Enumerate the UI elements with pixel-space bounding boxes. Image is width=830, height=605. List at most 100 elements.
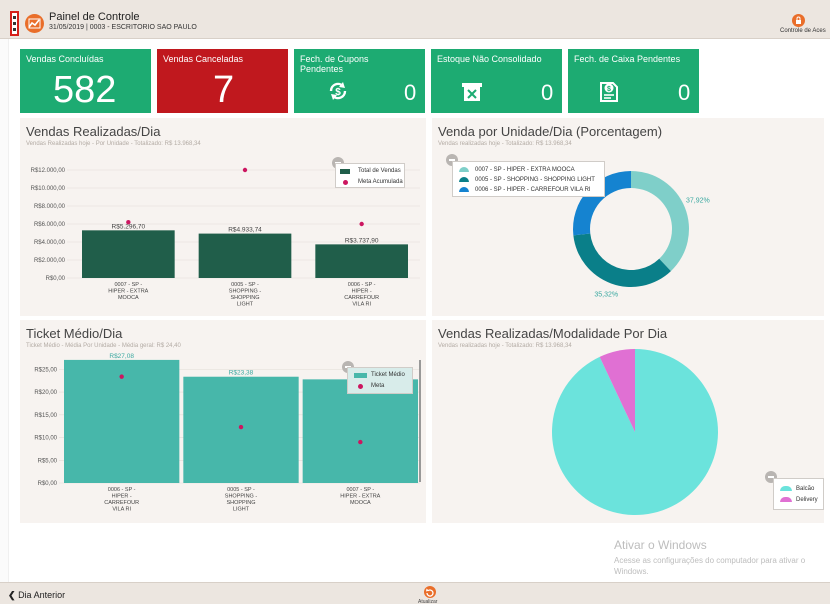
panel-vendas-dia: Vendas Realizadas/Dia Vendas Realizadas …: [20, 118, 426, 316]
top-bar: Painel de Controle 31/05/2019 | 0003 - E…: [0, 0, 830, 39]
x-tick-label: CARREFOUR: [104, 500, 139, 506]
slice-label: 35,32%: [594, 292, 618, 299]
chart-scrollbar[interactable]: [419, 360, 421, 482]
svg-text:$: $: [607, 86, 611, 93]
y-tick-label: R$10,00: [34, 436, 57, 442]
kpi-label: Fech. de Cupons Pendentes: [300, 54, 369, 74]
legend-label: Total de Vendas: [358, 168, 401, 174]
windows-activation-text: Acesse as configurações do computador pa…: [614, 556, 806, 576]
legend-swatch: [343, 180, 348, 185]
svg-text:$: $: [335, 87, 341, 98]
y-tick-label: R$5,00: [38, 458, 58, 464]
x-tick-label: 0006 - SP -: [348, 282, 376, 288]
legend-label: Meta: [371, 383, 385, 389]
data-label: R$23,38: [229, 370, 254, 377]
legend-swatch: [459, 177, 469, 182]
windows-activation-title: Ativar o Windows: [614, 538, 707, 552]
x-tick-label: LIGHT: [237, 302, 254, 308]
y-tick-label: R$2.000,00: [34, 258, 66, 264]
meta-point: [358, 439, 363, 445]
previous-day-button[interactable]: ❮ Dia Anterior: [8, 590, 65, 601]
kpi-value: 0: [678, 80, 691, 105]
legend-unidade: 0007 - SP - HIPER - EXTRA MOOCA 0005 - S…: [452, 161, 605, 197]
x-tick-label: HIPER -: [112, 494, 132, 500]
kpi-fech-cupons[interactable]: Fech. de Cupons Pendentes $ 0: [294, 49, 425, 113]
panel-modalidade: Vendas Realizadas/Modalidade Por Dia Ven…: [432, 320, 824, 523]
legend-swatch: [459, 167, 469, 172]
bar: [198, 233, 292, 278]
kpi-label: Estoque Não Consolidado: [437, 54, 542, 64]
data-label: R$4.933,74: [228, 227, 262, 234]
x-tick-label: 0007 - SP -: [346, 487, 374, 493]
legend-label: Meta Acumulada: [358, 179, 403, 185]
kpi-estoque[interactable]: Estoque Não Consolidado 0: [431, 49, 562, 113]
x-tick-label: VILA RI: [112, 507, 131, 513]
page-title: Painel de Controle: [49, 11, 140, 23]
y-tick-label: R$25,00: [34, 367, 57, 373]
x-tick-label: 0005 - SP -: [227, 487, 255, 493]
access-control-label[interactable]: Controle de Aces: [780, 28, 826, 34]
kpi-vendas-concluidas[interactable]: Vendas Concluídas 582: [20, 49, 151, 113]
data-label: R$3.737,90: [345, 237, 379, 244]
chart-modalidade: [552, 349, 718, 515]
kpi-value: 0: [541, 80, 554, 105]
document-dollar-icon: $: [599, 80, 619, 107]
previous-day-label: Dia Anterior: [18, 590, 66, 600]
legend-swatch: [340, 169, 350, 174]
x-tick-label: HIPER - EXTRA: [340, 494, 380, 500]
legend-modalidade: Balcão Delivery: [773, 478, 824, 510]
bar: [315, 244, 408, 278]
legend-swatch: [780, 486, 792, 491]
data-label: R$27,08: [109, 353, 134, 360]
slice-label: 37,92%: [686, 197, 710, 204]
legend-label: 0005 - SP - SHOPPING - SHOPPING LIGHT: [475, 177, 595, 183]
refresh-dollar-icon: $: [327, 80, 349, 107]
legend-label: Delivery: [796, 497, 818, 503]
legend-swatch: [358, 384, 363, 389]
legend-label: Ticket Médio: [371, 372, 405, 378]
y-tick-label: R$10.000,00: [31, 186, 66, 192]
bar: [183, 376, 299, 483]
chevron-left-icon: ❮: [8, 590, 16, 600]
panel-ticket-medio: Ticket Médio/Dia Ticket Médio - Média Po…: [20, 320, 426, 523]
legend-vendas: Total de Vendas Meta Acumulada: [335, 163, 405, 188]
bar: [82, 230, 175, 278]
bottom-bar: ❮ Dia Anterior Atualizar: [0, 582, 830, 605]
x-tick-label: SHOPPING: [226, 500, 255, 506]
kpi-value: 0: [404, 80, 417, 105]
kpi-label: Fech. de Caixa Pendentes: [574, 54, 681, 64]
kpi-fech-caixa[interactable]: Fech. de Caixa Pendentes $ 0: [568, 49, 699, 113]
x-tick-label: LIGHT: [233, 507, 250, 513]
legend-label: 0007 - SP - HIPER - EXTRA MOOCA: [475, 167, 575, 173]
refresh-icon[interactable]: [424, 586, 436, 598]
legend-label: 0006 - SP - HIPER - CARREFOUR VILA RI: [475, 187, 591, 193]
donut-slice: [573, 233, 671, 287]
kpi-label: Vendas Canceladas: [163, 54, 244, 64]
y-tick-label: R$15,00: [34, 413, 57, 419]
x-tick-label: MOOCA: [350, 500, 371, 506]
y-tick-label: R$4.000,00: [34, 240, 66, 246]
x-tick-label: MOOCA: [118, 295, 139, 301]
chart-venda-unidade: 37,92% 35,32%: [573, 171, 710, 299]
kpi-vendas-canceladas[interactable]: Vendas Canceladas 7: [157, 49, 288, 113]
x-tick-label: SHOPPING: [230, 295, 259, 301]
y-tick-label: R$6.000,00: [34, 222, 66, 228]
donut-slice: [631, 171, 689, 272]
menu-icon[interactable]: [10, 11, 19, 36]
x-tick-label: 0005 - SP -: [231, 282, 259, 288]
x-tick-label: CARREFOUR: [344, 295, 379, 301]
bar: [302, 379, 418, 483]
chart-vendas-dia: R$0,00 R$2.000,00 R$4.000,00 R$6.000,00 R$8.…: [31, 167, 420, 308]
y-tick-label: R$8.000,00: [34, 204, 66, 210]
chart-ticket-medio: R$0,00 R$5,00 R$10,00 R$15,00 R$20,00 R$25,00…: [34, 353, 420, 513]
lock-user-icon[interactable]: [792, 14, 805, 27]
refresh-label[interactable]: Atualizar: [418, 599, 437, 605]
legend-swatch: [459, 187, 469, 192]
y-tick-label: R$0,00: [38, 481, 58, 487]
meta-point: [238, 424, 244, 430]
box-x-icon: [462, 82, 482, 107]
x-tick-label: VILA RI: [352, 302, 371, 308]
legend-ticket: Ticket Médio Meta: [347, 367, 413, 394]
x-tick-label: SHOPPING -: [225, 494, 258, 500]
meta-point: [242, 167, 248, 173]
